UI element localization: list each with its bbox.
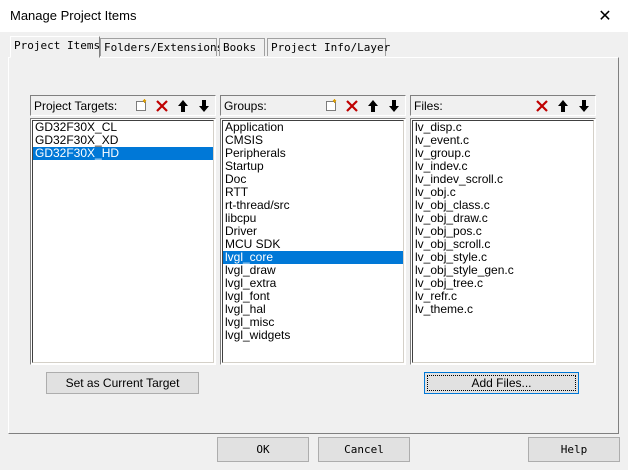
help-button[interactable]: Help — [528, 437, 620, 462]
arrow-up-icon[interactable] — [362, 97, 383, 114]
new-icon[interactable] — [130, 97, 151, 114]
tab-project-items[interactable]: Project Items — [10, 36, 100, 58]
groups-header: Groups: — [220, 95, 406, 116]
arrow-up-icon[interactable] — [552, 97, 573, 114]
groups-list[interactable]: Application CMSIS Peripherals Startup Doc RTT… — [220, 118, 406, 365]
set-as-current-target-button[interactable]: Set as Current Target — [46, 372, 199, 394]
new-icon[interactable] — [320, 97, 341, 114]
files-header: Files: — [410, 95, 596, 116]
project-targets-group: Project Targets: GD32F30X_CL GD32F30X_XD… — [30, 95, 216, 365]
cancel-button[interactable]: Cancel — [318, 437, 410, 462]
title-bar: Manage Project Items ✕ — [0, 0, 628, 32]
files-label: Files: — [414, 99, 443, 113]
add-files-button[interactable]: Add Files... — [424, 372, 579, 394]
ok-button[interactable]: OK — [217, 437, 309, 462]
project-targets-header: Project Targets: — [30, 95, 216, 116]
tab-books[interactable]: Books — [219, 38, 265, 56]
tab-strip: Project Items Folders/Extensions Books P… — [0, 32, 628, 58]
window-title: Manage Project Items — [10, 8, 137, 23]
delete-icon[interactable] — [151, 97, 172, 114]
groups-label: Groups: — [224, 99, 267, 113]
project-targets-label: Project Targets: — [34, 99, 118, 113]
list-item-target-hd[interactable]: GD32F30X_HD — [33, 147, 213, 160]
close-icon[interactable]: ✕ — [582, 0, 628, 32]
arrow-down-icon[interactable] — [193, 97, 214, 114]
add-files-label: Add Files... — [427, 375, 576, 391]
tab-folders-extensions[interactable]: Folders/Extensions — [100, 38, 223, 56]
list-item-group[interactable]: Startup — [223, 160, 403, 173]
arrow-down-icon[interactable] — [383, 97, 404, 114]
tab-project-info-layer[interactable]: Project Info/Layer — [267, 38, 390, 56]
list-item-group[interactable]: Doc — [223, 173, 403, 186]
arrow-up-icon[interactable] — [172, 97, 193, 114]
delete-icon[interactable] — [531, 97, 552, 114]
groups-group: Groups: Application CMSIS Peripherals Start… — [220, 95, 406, 365]
list-item-file[interactable]: lv_theme.c — [413, 303, 593, 316]
arrow-down-icon[interactable] — [573, 97, 594, 114]
delete-icon[interactable] — [341, 97, 362, 114]
list-item-group[interactable]: lvgl_widgets — [223, 329, 403, 342]
files-list[interactable]: lv_disp.c lv_event.c lv_group.c lv_indev.c l… — [410, 118, 596, 365]
project-targets-list[interactable]: GD32F30X_CL GD32F30X_XD GD32F30X_HD — [30, 118, 216, 365]
files-group: Files: lv_disp.c lv_event.c lv_group.c lv_i… — [410, 95, 596, 365]
